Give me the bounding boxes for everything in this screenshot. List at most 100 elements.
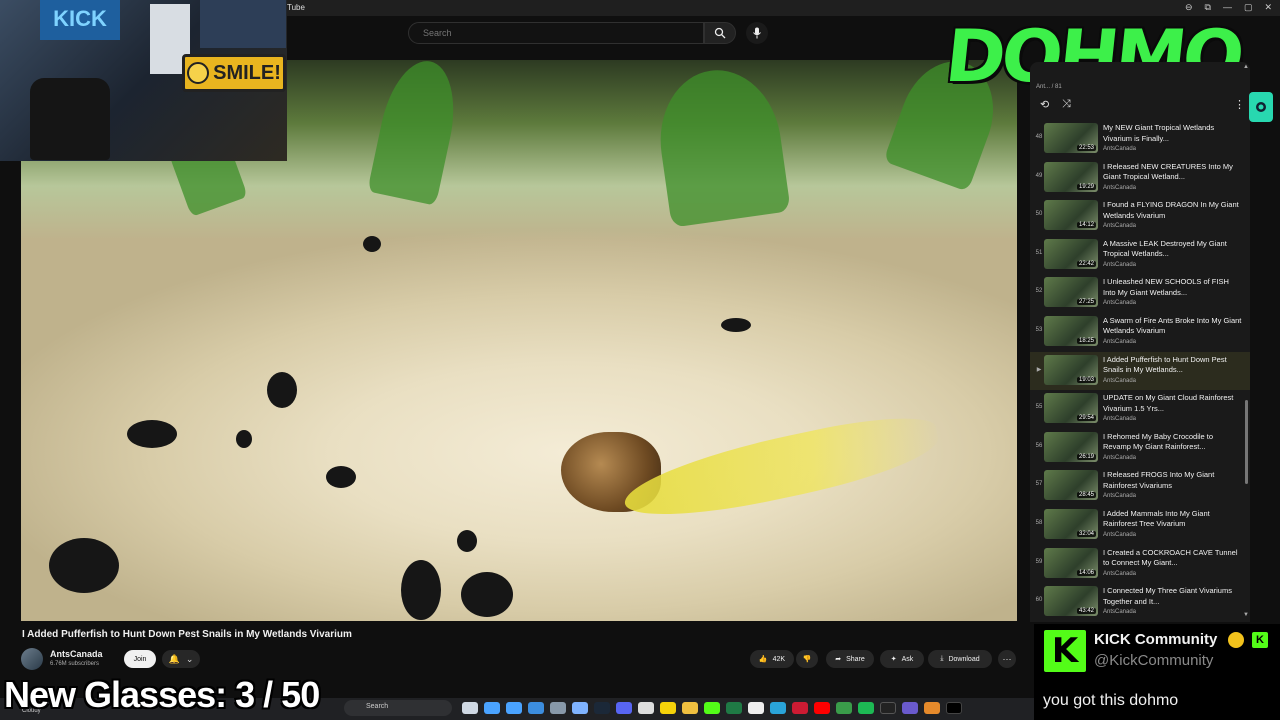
share-button[interactable]: ➦ Share bbox=[826, 650, 874, 668]
playlist-item-title[interactable]: UPDATE on My Giant Cloud Rainforest Viva… bbox=[1103, 393, 1243, 414]
playlist-item-title[interactable]: I Released NEW CREATURES Into My Giant T… bbox=[1103, 162, 1243, 183]
explorer-icon[interactable] bbox=[506, 702, 522, 714]
like-button[interactable]: 👍 42K bbox=[750, 650, 794, 668]
playlist-item-index: 59 bbox=[1035, 558, 1043, 565]
chat-handle: @KickCommunity bbox=[1094, 652, 1214, 669]
playlist-item-title[interactable]: I Connected My Three Giant Vivariums Tog… bbox=[1103, 586, 1243, 607]
playlist-item[interactable]: 58 32:04 I Added Mammals Into My Giant Rai… bbox=[1030, 506, 1250, 545]
playlist-item[interactable]: 51 22:42 A Massive LEAK Destroyed My Giant… bbox=[1030, 236, 1250, 275]
channel-avatar[interactable] bbox=[21, 648, 43, 670]
playlist-item[interactable]: 59 14:06 I Created a COCKROACH CAVE Tunnel… bbox=[1030, 545, 1250, 584]
shuffle-icon[interactable]: ⤨ bbox=[1062, 98, 1071, 111]
playlist-item-title[interactable]: I Added Pufferfish to Hunt Down Pest Sna… bbox=[1103, 355, 1243, 376]
search-input[interactable] bbox=[408, 22, 704, 44]
camera-icon[interactable] bbox=[550, 702, 566, 714]
excel-icon[interactable] bbox=[726, 702, 742, 714]
more-actions-button[interactable]: ⋯ bbox=[998, 650, 1016, 668]
extension-button[interactable] bbox=[1249, 92, 1273, 122]
playlist-item[interactable]: 55 29:54 UPDATE on My Giant Cloud Rainfore… bbox=[1030, 390, 1250, 429]
youtube-icon[interactable] bbox=[814, 702, 830, 714]
playlist-thumbnail[interactable]: 43:42 bbox=[1044, 586, 1098, 617]
scroll-down-icon[interactable]: ▼ bbox=[1243, 612, 1249, 618]
scroll-up-icon[interactable]: ▲ bbox=[1243, 64, 1249, 70]
video-pebble bbox=[401, 560, 441, 620]
chrome-icon[interactable] bbox=[836, 702, 852, 714]
playlist-item-title[interactable]: I Rehomed My Baby Crocodile to Revamp My… bbox=[1103, 432, 1243, 453]
photos-icon[interactable] bbox=[572, 702, 588, 714]
playlist-thumbnail[interactable]: 22:42 bbox=[1044, 238, 1098, 269]
folder-icon[interactable] bbox=[682, 702, 698, 714]
duration-badge: 27:25 bbox=[1076, 299, 1096, 306]
playlist-thumbnail[interactable]: 27:25 bbox=[1044, 277, 1098, 308]
playlist-scrollbar[interactable] bbox=[1245, 400, 1248, 484]
counter-label: New Glasses: bbox=[4, 674, 227, 715]
join-button[interactable]: Join bbox=[124, 650, 156, 668]
playlist-item[interactable]: 50 14:12 I Found a FLYING DRAGON In My Gia… bbox=[1030, 197, 1250, 236]
ask-button[interactable]: ✦ Ask bbox=[880, 650, 924, 668]
steam-icon[interactable] bbox=[594, 702, 610, 714]
playlist-thumbnail[interactable]: 28:45 bbox=[1044, 470, 1098, 501]
playlist-item-title[interactable]: A Swarm of Fire Ants Broke Into My Giant… bbox=[1103, 316, 1243, 337]
channel-name[interactable]: AntsCanada bbox=[50, 649, 103, 659]
playlist-thumbnail[interactable]: 14:06 bbox=[1044, 547, 1098, 578]
taskbar-search[interactable]: Search bbox=[344, 700, 452, 716]
notifications-button[interactable]: 🔔 ⌄ bbox=[162, 650, 200, 668]
playlist-item-title[interactable]: I Found a FLYING DRAGON In My Giant Wetl… bbox=[1103, 200, 1243, 221]
files-icon[interactable] bbox=[484, 702, 500, 714]
duration-badge: 19:03 bbox=[1076, 376, 1096, 383]
x-icon[interactable] bbox=[946, 702, 962, 714]
playlist-item[interactable]: 52 27:25 I Unleashed NEW SCHOOLS of FISH I… bbox=[1030, 274, 1250, 313]
mail-icon[interactable] bbox=[528, 702, 544, 714]
playlist-thumbnail[interactable]: 18:25 bbox=[1044, 315, 1098, 346]
playlist-item[interactable]: 53 18:25 A Swarm of Fire Ants Broke Into M… bbox=[1030, 313, 1250, 352]
video-title: I Added Pufferfish to Hunt Down Pest Sna… bbox=[22, 629, 352, 640]
playlist-item-channel: AntsCanada bbox=[1103, 338, 1137, 345]
playlist-item-title[interactable]: My NEW Giant Tropical Wetlands Vivarium … bbox=[1103, 123, 1243, 144]
smiley-icon bbox=[187, 62, 210, 84]
more-options-icon[interactable]: ⋮ bbox=[1234, 98, 1245, 111]
playlist-item-title[interactable]: I Created a COCKROACH CAVE Tunnel to Con… bbox=[1103, 548, 1243, 569]
search-button[interactable] bbox=[704, 22, 736, 44]
playlist-item-title[interactable]: A Massive LEAK Destroyed My Giant Tropic… bbox=[1103, 239, 1243, 260]
playlist-thumbnail[interactable]: 19:29 bbox=[1044, 161, 1098, 192]
playlist-thumbnail[interactable]: 26:19 bbox=[1044, 431, 1098, 462]
calendar-icon[interactable] bbox=[748, 702, 764, 714]
playlist-item[interactable]: 60 43:42 I Connected My Three Giant Vivari… bbox=[1030, 583, 1250, 622]
chat-username: KICK Community bbox=[1094, 631, 1218, 648]
store-icon[interactable] bbox=[638, 702, 654, 714]
playlist-item-index: ▶ bbox=[1036, 366, 1042, 373]
spotify-icon[interactable] bbox=[858, 702, 874, 714]
voice-search-button[interactable] bbox=[746, 22, 768, 44]
tab-title[interactable]: Tube bbox=[287, 3, 305, 12]
discord-icon[interactable] bbox=[616, 702, 632, 714]
webcam-poster bbox=[200, 0, 286, 48]
paint-icon[interactable] bbox=[924, 702, 940, 714]
dislike-button[interactable]: 👎 bbox=[796, 650, 818, 668]
verified-badge-icon bbox=[1228, 632, 1244, 648]
playlist-item[interactable]: 56 26:19 I Rehomed My Baby Crocodile to Re… bbox=[1030, 429, 1250, 468]
loop-icon[interactable]: ⟲ bbox=[1040, 98, 1049, 111]
playlist-thumbnail[interactable]: 14:12 bbox=[1044, 200, 1098, 231]
playlist-thumbnail[interactable]: 19:03 bbox=[1044, 354, 1098, 385]
playlist-item-title[interactable]: I Added Mammals Into My Giant Rainforest… bbox=[1103, 509, 1243, 530]
playlist-item[interactable]: ▶ 19:03 I Added Pufferfish to Hunt Down Pe… bbox=[1030, 351, 1250, 391]
edge-icon[interactable] bbox=[770, 702, 786, 714]
playlist-item[interactable]: 49 19:29 I Released NEW CREATURES Into My … bbox=[1030, 159, 1250, 198]
playlist-item-channel: AntsCanada bbox=[1103, 531, 1137, 538]
app-icon[interactable] bbox=[902, 702, 918, 714]
kick-icon[interactable] bbox=[704, 702, 720, 714]
playlist-item[interactable]: 57 28:45 I Released FROGS Into My Giant Ra… bbox=[1030, 467, 1250, 506]
playlist-thumbnail[interactable]: 22:53 bbox=[1044, 123, 1098, 153]
playlist-thumbnail[interactable]: 29:54 bbox=[1044, 393, 1098, 424]
microphone-icon bbox=[753, 27, 761, 39]
playlist-item-title[interactable]: I Unleashed NEW SCHOOLS of FISH Into My … bbox=[1103, 277, 1243, 298]
playlist-item-title[interactable]: I Released FROGS Into My Giant Rainfores… bbox=[1103, 470, 1243, 491]
playlist-item-channel: AntsCanada bbox=[1103, 377, 1137, 384]
terminal-icon[interactable] bbox=[880, 702, 896, 714]
notes-icon[interactable] bbox=[660, 702, 676, 714]
playlist-item[interactable]: 48 22:53 My NEW Giant Tropical Wetlands Vi… bbox=[1030, 120, 1250, 159]
download-button[interactable]: ⤓ Download bbox=[928, 650, 992, 668]
playlist-thumbnail[interactable]: 32:04 bbox=[1044, 508, 1098, 539]
taskview-icon[interactable] bbox=[462, 702, 478, 714]
opera-icon[interactable] bbox=[792, 702, 808, 714]
